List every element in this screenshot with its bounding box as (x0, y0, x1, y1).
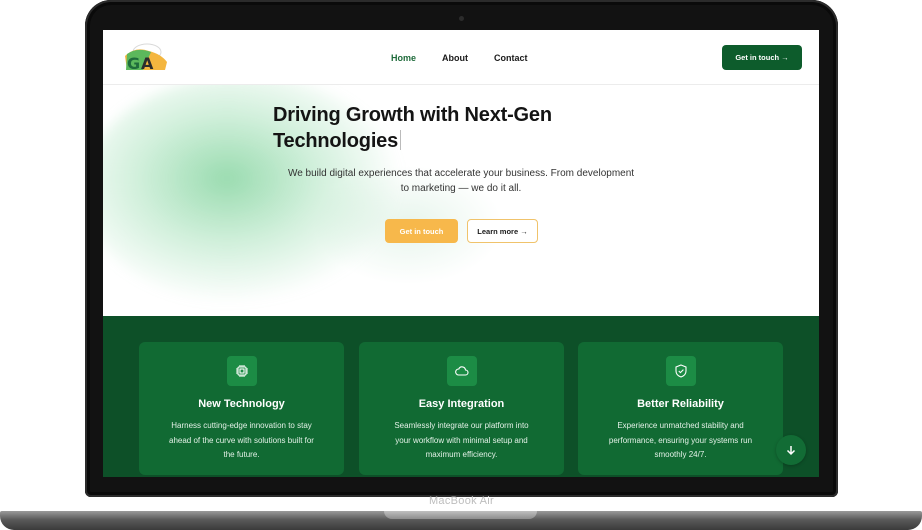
hero-subtitle-line2: to marketing — we do it all. (400, 183, 522, 194)
nav-links: Home About Contact (391, 30, 528, 85)
device-label: MacBook Air (428, 495, 495, 507)
feature-title: Better Reliability (637, 398, 724, 410)
feature-card-easy-integration: Easy Integration Seamlessly integrate ou… (359, 342, 564, 475)
feature-description-line: maximum efficiency. (425, 450, 498, 459)
feature-description-line: smoothly 24/7. (654, 450, 707, 459)
company-logo[interactable]: G A (121, 42, 171, 74)
hero-section: Driving Growth with Next-Gen Technologie… (103, 85, 819, 316)
feature-description: Experience unmatched stability and perfo… (592, 419, 769, 463)
feature-description-line: the future. (223, 450, 260, 459)
feature-card-new-technology: New Technology Harness cutting-edge inno… (139, 342, 344, 475)
hero-subtitle-line1: We build digital experiences that accele… (287, 168, 635, 179)
svg-text:A: A (141, 54, 154, 73)
hero-learn-more-button[interactable]: Learn more → (467, 219, 538, 243)
typing-caret (400, 130, 402, 150)
navbar: G A Home About Contact Get in touch → (103, 30, 819, 85)
browser-viewport: G A Home About Contact Get in touch → Dr… (103, 30, 819, 477)
feature-description-line: ahead of the curve with solutions built … (169, 435, 314, 445)
hero-subtitle: We build digital experiences that accele… (271, 166, 651, 196)
hero-title-line2: Technologies (273, 130, 399, 152)
laptop-opening-notch (384, 511, 537, 519)
scroll-down-button[interactable] (776, 435, 806, 465)
feature-description: Harness cutting-edge innovation to stay … (153, 419, 330, 463)
arrow-down-icon (786, 446, 796, 456)
feature-title: Easy Integration (418, 398, 505, 410)
nav-get-in-touch-button[interactable]: Get in touch → (722, 45, 802, 70)
feature-description-line: performance, ensuring your systems run (608, 435, 753, 445)
feature-description-line: Harness cutting-edge innovation to stay (171, 421, 312, 430)
webcam (459, 16, 464, 21)
cloud-icon (447, 356, 477, 386)
cpu-chip-icon (227, 356, 257, 386)
shield-check-icon (666, 356, 696, 386)
feature-title: New Technology (198, 398, 285, 410)
feature-description-line: Experience unmatched stability and (617, 421, 744, 430)
nav-link-home[interactable]: Home (391, 53, 416, 63)
features-section: New Technology Harness cutting-edge inno… (103, 316, 819, 477)
feature-description-line: your workflow with minimal setup and (395, 435, 528, 445)
feature-description-line: Seamlessly integrate our platform into (394, 421, 529, 430)
hero-title: Driving Growth with Next-Gen Technologie… (273, 102, 603, 154)
svg-text:G: G (127, 54, 140, 73)
nav-link-about[interactable]: About (442, 53, 468, 63)
nav-link-contact[interactable]: Contact (494, 53, 528, 63)
feature-card-better-reliability: Better Reliability Experience unmatched … (578, 342, 783, 475)
hero-title-line1: Driving Growth with Next-Gen (273, 104, 552, 126)
hero-get-in-touch-button[interactable]: Get in touch (385, 219, 458, 243)
feature-description: Seamlessly integrate our platform into y… (373, 419, 550, 463)
